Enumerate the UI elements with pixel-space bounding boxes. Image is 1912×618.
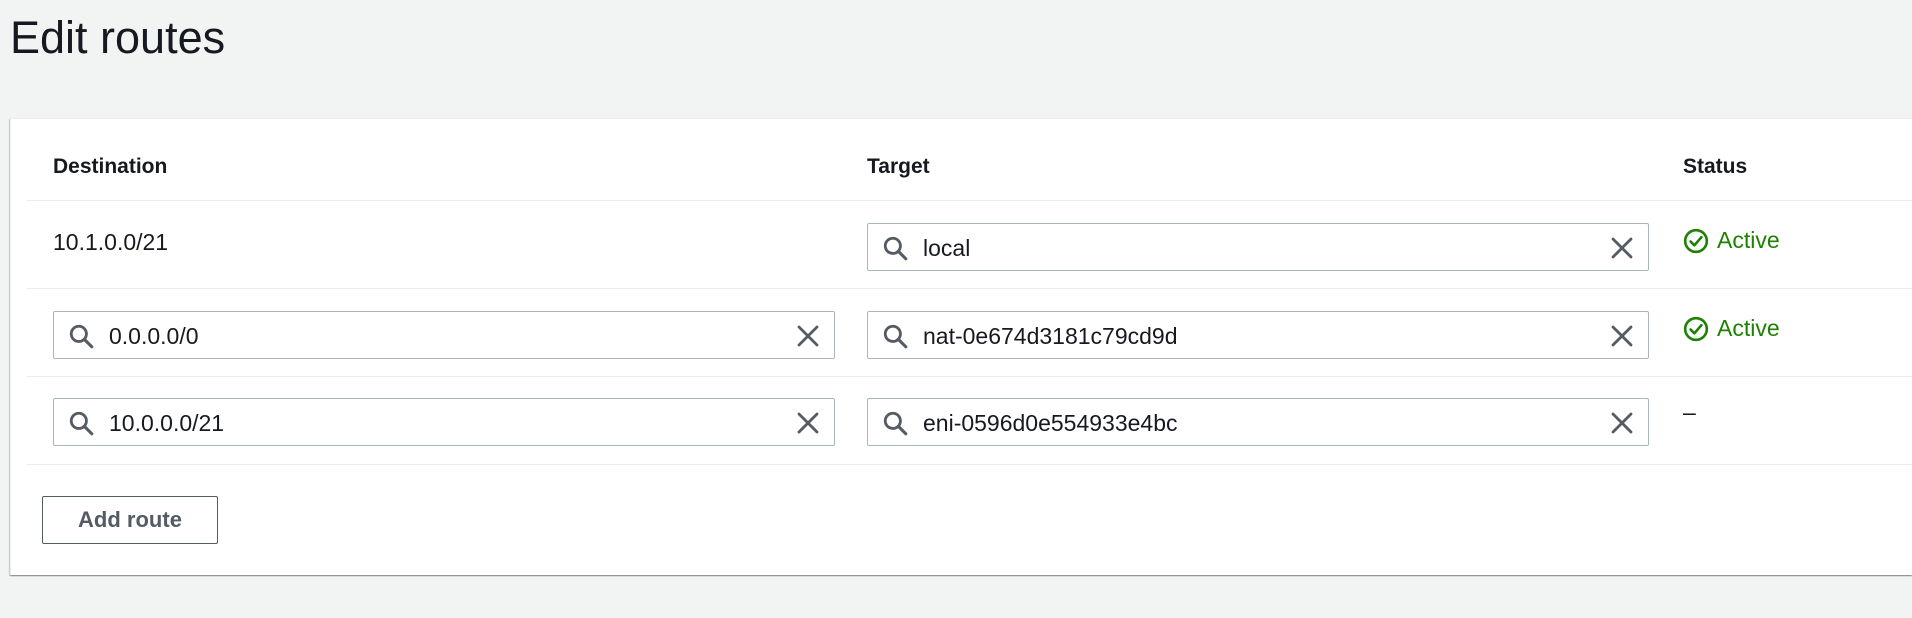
status-badge: Active (1683, 227, 1780, 254)
target-value: eni-0596d0e554933e4bc (923, 410, 1178, 436)
destination-input[interactable]: 10.0.0.0/21 (53, 398, 835, 446)
target-value: local (923, 235, 971, 261)
destination-input[interactable]: 0.0.0.0/0 (53, 311, 835, 359)
target-input[interactable]: local (867, 223, 1649, 271)
table-row: 10.1.0.0/21 local Active (27, 201, 1912, 289)
column-header-status: Status (1683, 155, 1748, 178)
search-icon (69, 411, 94, 436)
routes-panel: Destination Target Status 10.1.0.0/21 lo… (10, 118, 1912, 575)
check-circle-icon (1683, 228, 1709, 253)
page-title: Edit routes (10, 12, 226, 63)
close-icon[interactable] (1610, 236, 1634, 260)
column-header-target: Target (867, 155, 930, 178)
close-icon[interactable] (796, 324, 820, 348)
target-input[interactable]: nat-0e674d3181c79cd9d (867, 311, 1649, 359)
target-input[interactable]: eni-0596d0e554933e4bc (867, 398, 1649, 446)
destination-value: 10.0.0.0/21 (109, 410, 225, 436)
status-text: Active (1717, 315, 1780, 341)
table-row: 10.0.0.0/21 eni-0596d0e554933e4bc – (27, 377, 1912, 465)
target-value: nat-0e674d3181c79cd9d (923, 323, 1178, 349)
search-icon (69, 324, 94, 349)
status-text: Active (1717, 227, 1780, 253)
add-route-button[interactable]: Add route (42, 496, 218, 544)
search-icon (883, 236, 908, 261)
search-icon (883, 324, 908, 349)
close-icon[interactable] (1610, 411, 1634, 435)
destination-value: 0.0.0.0/0 (109, 323, 199, 349)
close-icon[interactable] (1610, 324, 1634, 348)
check-circle-icon (1683, 316, 1709, 341)
table-row: 0.0.0.0/0 nat-0e674d3181c79cd9d Active (27, 289, 1912, 377)
search-icon (883, 411, 908, 436)
close-icon[interactable] (796, 411, 820, 435)
status-badge: Active (1683, 315, 1780, 342)
status-text: – (1683, 399, 1696, 425)
destination-value: 10.1.0.0/21 (53, 229, 169, 255)
column-header-destination: Destination (53, 155, 168, 178)
table-header: Destination Target Status (27, 119, 1912, 201)
